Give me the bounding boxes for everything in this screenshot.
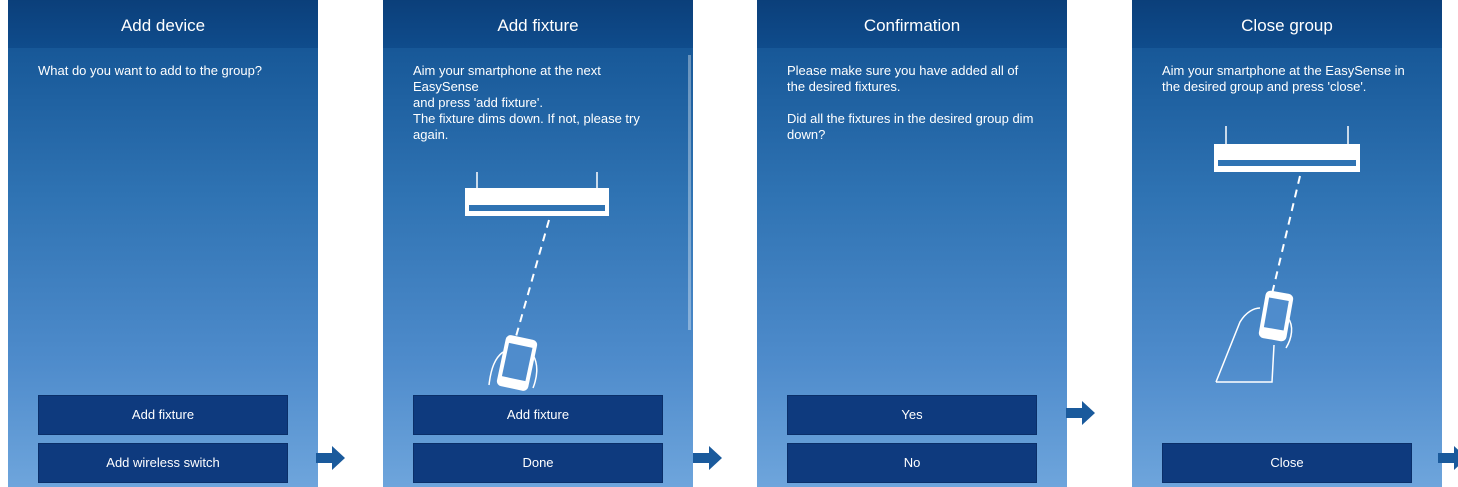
flow-arrow-icon bbox=[693, 446, 722, 470]
screen-title: Confirmation bbox=[757, 0, 1067, 48]
light-fixture-icon bbox=[465, 172, 609, 216]
screen-confirmation: Confirmation Please make sure you have a… bbox=[757, 0, 1067, 487]
aim-illustration bbox=[465, 172, 609, 391]
aim-illustration bbox=[1214, 126, 1360, 383]
instruction-text: What do you want to add to the group? bbox=[38, 63, 263, 78]
screen-title: Add device bbox=[8, 0, 318, 48]
smartphone-in-hand-icon bbox=[488, 335, 538, 391]
flow-arrow-icon bbox=[316, 446, 345, 470]
instruction-text: Please make sure you have added all of t… bbox=[787, 63, 1034, 142]
smartphone-in-hand-icon bbox=[1215, 290, 1294, 383]
done-button[interactable]: Done bbox=[413, 443, 663, 483]
screen-close-group: Close group Aim your smartphone at the E… bbox=[1132, 0, 1442, 487]
screen-add-fixture: Add fixture Aim your smartphone at the n… bbox=[383, 0, 693, 487]
add-fixture-button[interactable]: Add fixture bbox=[38, 395, 288, 435]
flow-arrow-icon bbox=[1066, 401, 1095, 425]
no-button[interactable]: No bbox=[787, 443, 1037, 483]
screen-add-device: Add device What do you want to add to th… bbox=[8, 0, 318, 487]
light-fixture-icon bbox=[1214, 126, 1360, 172]
add-wireless-switch-button[interactable]: Add wireless switch bbox=[38, 443, 288, 483]
close-button[interactable]: Close bbox=[1162, 443, 1412, 483]
flow-arrow-icon bbox=[1438, 446, 1458, 470]
yes-button[interactable]: Yes bbox=[787, 395, 1037, 435]
add-fixture-button[interactable]: Add fixture bbox=[413, 395, 663, 435]
